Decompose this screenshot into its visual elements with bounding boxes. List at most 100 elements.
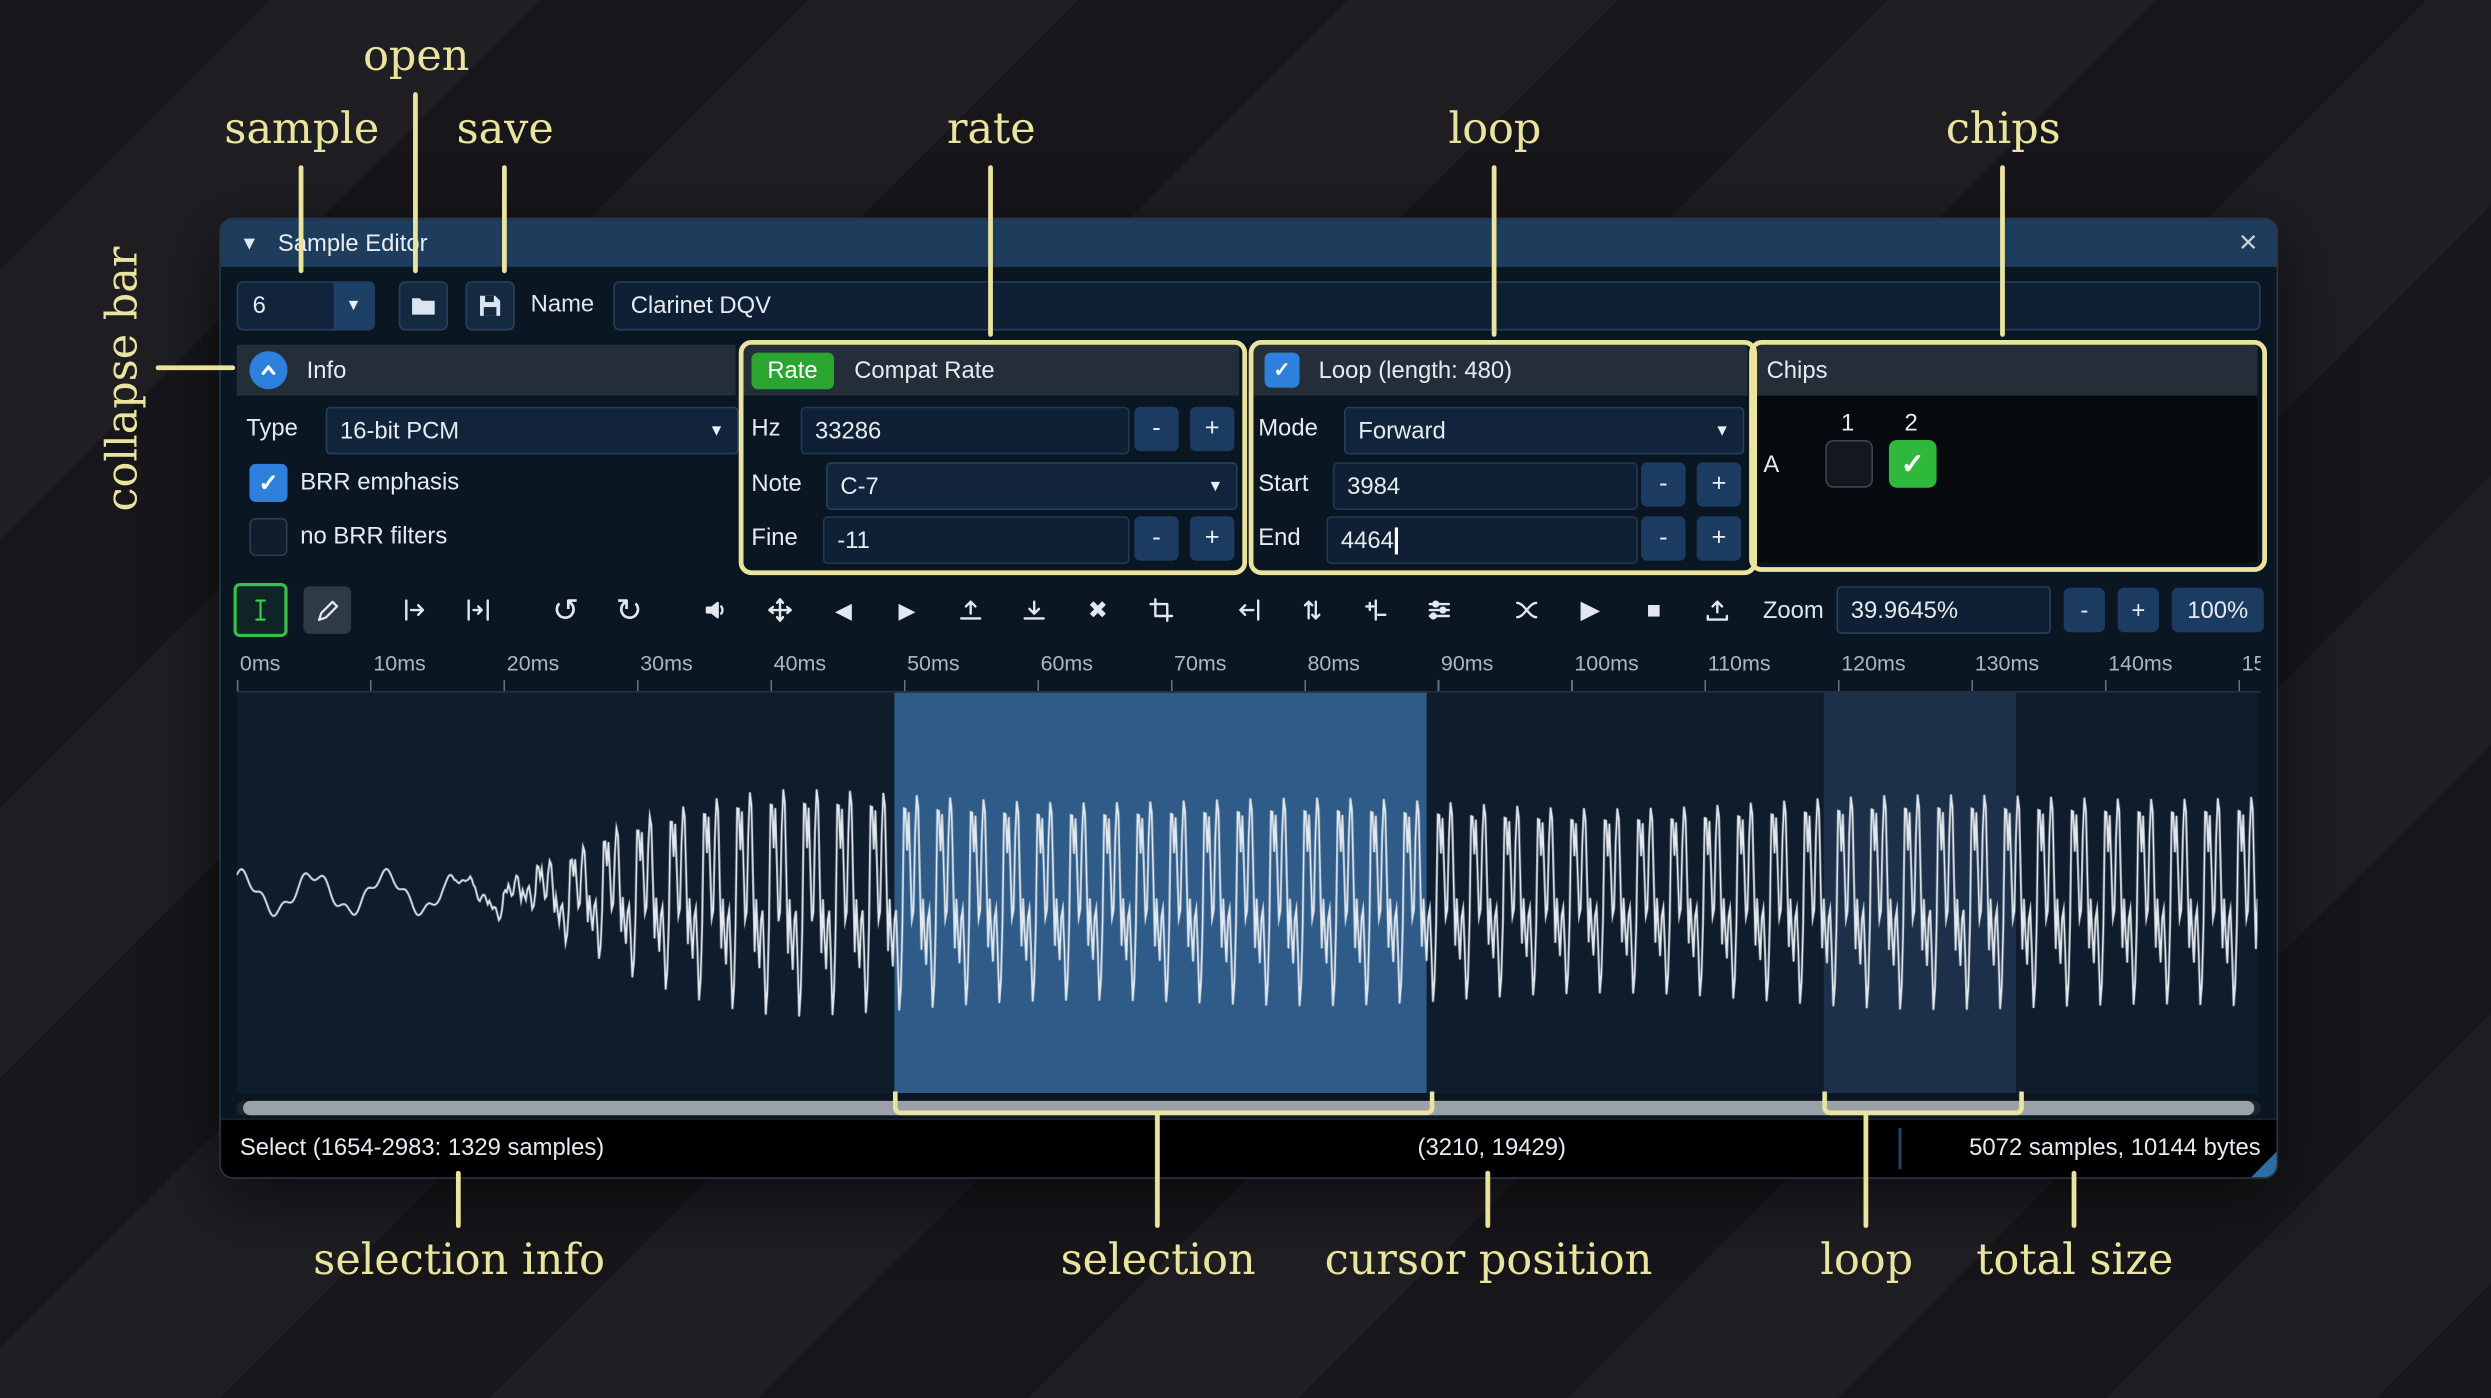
pencil-icon — [317, 599, 338, 621]
name-input[interactable]: Clarinet DQV — [613, 281, 2261, 331]
annotation-sample: sample — [224, 104, 380, 155]
annotation-line — [298, 165, 304, 274]
type-select[interactable]: 16-bit PCM ▼ — [325, 406, 739, 455]
ruler-label: 110ms — [1707, 651, 1771, 676]
ruler-label: 140ms — [2108, 651, 2173, 676]
triangle-left-icon: ◀ — [835, 596, 853, 622]
draw-tool-button[interactable] — [303, 586, 352, 634]
signedness-button[interactable] — [1352, 586, 1400, 634]
chevron-up-icon — [261, 365, 276, 375]
annotation-line — [1485, 1170, 1491, 1229]
annotation-cursor-position: cursor position — [1324, 1235, 1653, 1286]
ruler-label: 70ms — [1174, 651, 1227, 676]
zoom-input[interactable]: 39.9645% — [1836, 586, 2051, 634]
info-title: Info — [306, 356, 347, 384]
annotation-selection: selection — [1060, 1235, 1256, 1286]
ruler-label: 90ms — [1440, 651, 1494, 676]
ibeam-icon — [255, 599, 266, 621]
screenshot-root: ▼ Sample Editor × 6 ▼ Name Clarinet DQV … — [0, 0, 2491, 1398]
ruler-label: 150ms — [2241, 651, 2261, 676]
ruler-label: 100ms — [1574, 651, 1639, 676]
apply-silence-button[interactable] — [1010, 586, 1058, 634]
name-label: Name — [530, 290, 595, 318]
invert-icon — [1303, 600, 1321, 620]
ruler-label: 120ms — [1841, 651, 1906, 676]
speaker-icon — [705, 601, 724, 619]
collapse-triangle-icon[interactable]: ▼ — [240, 232, 259, 254]
folder-icon — [412, 298, 435, 315]
stop-icon: ■ — [1646, 596, 1661, 624]
zoom-reset-button[interactable]: 100% — [2171, 587, 2264, 633]
crossfade-icon — [1515, 601, 1538, 619]
annotation-bracket-loop — [1822, 1091, 2024, 1116]
trim-button[interactable] — [1137, 586, 1185, 634]
resize-icon — [405, 599, 425, 621]
undo-button[interactable]: ↺ — [542, 586, 590, 634]
waveform-view[interactable] — [236, 692, 2258, 1093]
ruler-label: 0ms — [239, 651, 281, 676]
amplify-button[interactable] — [693, 586, 741, 634]
resample-button[interactable] — [454, 586, 502, 634]
crop-icon — [1149, 598, 1174, 622]
name-value: Clarinet DQV — [630, 292, 772, 320]
invert-button[interactable] — [1288, 586, 1336, 634]
titlebar[interactable]: ▼ Sample Editor × — [220, 219, 2277, 267]
ruler-label: 60ms — [1040, 651, 1094, 676]
chevron-down-icon: ▼ — [708, 421, 725, 440]
stage: ▼ Sample Editor × 6 ▼ Name Clarinet DQV … — [0, 0, 2491, 1398]
save-button[interactable] — [465, 281, 515, 331]
annotation-line — [2000, 165, 2005, 337]
fade-in-button[interactable]: ◀ — [820, 586, 868, 634]
resize-button[interactable] — [391, 586, 439, 634]
upload-button[interactable] — [1694, 586, 1742, 634]
redo-icon: ↻ — [615, 593, 643, 629]
play-icon: ▶ — [1580, 597, 1601, 625]
filter-button[interactable] — [1415, 586, 1463, 634]
brr-emphasis-checkbox[interactable]: ✓ — [249, 463, 288, 503]
annotation-open: open — [363, 31, 470, 82]
zoom-value: 39.9645% — [1850, 596, 1959, 624]
ruler-label: 10ms — [373, 651, 426, 676]
chevron-down-icon[interactable]: ▼ — [333, 282, 374, 329]
ruler-ticks — [236, 679, 2261, 692]
status-bar: Select (1654-2983: 1329 samples) (3210, … — [220, 1118, 2277, 1178]
collapse-bar-button[interactable] — [249, 351, 288, 390]
annotation-line — [413, 92, 418, 274]
fade-out-button[interactable]: ▶ — [883, 586, 931, 634]
info-section: Info Type 16-bit PCM ▼ ✓ BRR emphasis ✓ … — [236, 344, 739, 566]
annotation-line — [502, 165, 507, 274]
annotation-loop-bottom: loop — [1820, 1235, 1914, 1286]
type-label: Type — [246, 414, 298, 442]
total-size-text: 5072 samples, 10144 bytes — [1969, 1134, 2261, 1162]
insert-silence-button[interactable] — [947, 586, 995, 634]
delete-button[interactable]: ✖ — [1074, 586, 1122, 634]
type-value: 16-bit PCM — [339, 417, 460, 445]
close-icon[interactable]: × — [2239, 227, 2258, 259]
crossfade-loop-button[interactable] — [1503, 586, 1551, 634]
stop-button[interactable]: ■ — [1630, 586, 1678, 634]
zoom-out-button[interactable]: - — [2063, 587, 2105, 633]
annotation-rate: rate — [946, 104, 1036, 155]
preview-button[interactable]: ▶ — [1566, 586, 1614, 634]
select-tool-button[interactable] — [233, 583, 288, 638]
zoom-in-button[interactable]: + — [2117, 587, 2159, 633]
annotation-line — [455, 1170, 461, 1229]
annotation-total-size: total size — [1976, 1235, 2174, 1286]
normalize-button[interactable] — [756, 586, 804, 634]
sample-number-value: 6 — [252, 292, 266, 320]
floppy-icon — [480, 295, 501, 316]
silence-insert-icon — [959, 600, 982, 620]
resize-grip[interactable] — [2251, 1151, 2277, 1178]
zoom-controls: Zoom 39.9645% - + 100% — [1763, 586, 2264, 634]
delete-x-icon: ✖ — [1087, 597, 1108, 625]
no-brr-filters-checkbox[interactable]: ✓ — [249, 517, 288, 557]
reverse-button[interactable] — [1225, 586, 1273, 634]
sample-number-select[interactable]: 6 ▼ — [236, 281, 375, 331]
annotation-line — [1491, 165, 1497, 337]
open-button[interactable] — [398, 281, 448, 331]
redo-button[interactable]: ↻ — [605, 586, 653, 634]
timeline-ruler[interactable]: 0ms 10ms 20ms 30ms 40ms 50ms 60ms 70ms 8… — [236, 647, 2261, 693]
waveform-canvas[interactable] — [236, 692, 2258, 1093]
annotation-save: save — [456, 104, 554, 155]
arrows-cross-icon — [768, 598, 792, 622]
